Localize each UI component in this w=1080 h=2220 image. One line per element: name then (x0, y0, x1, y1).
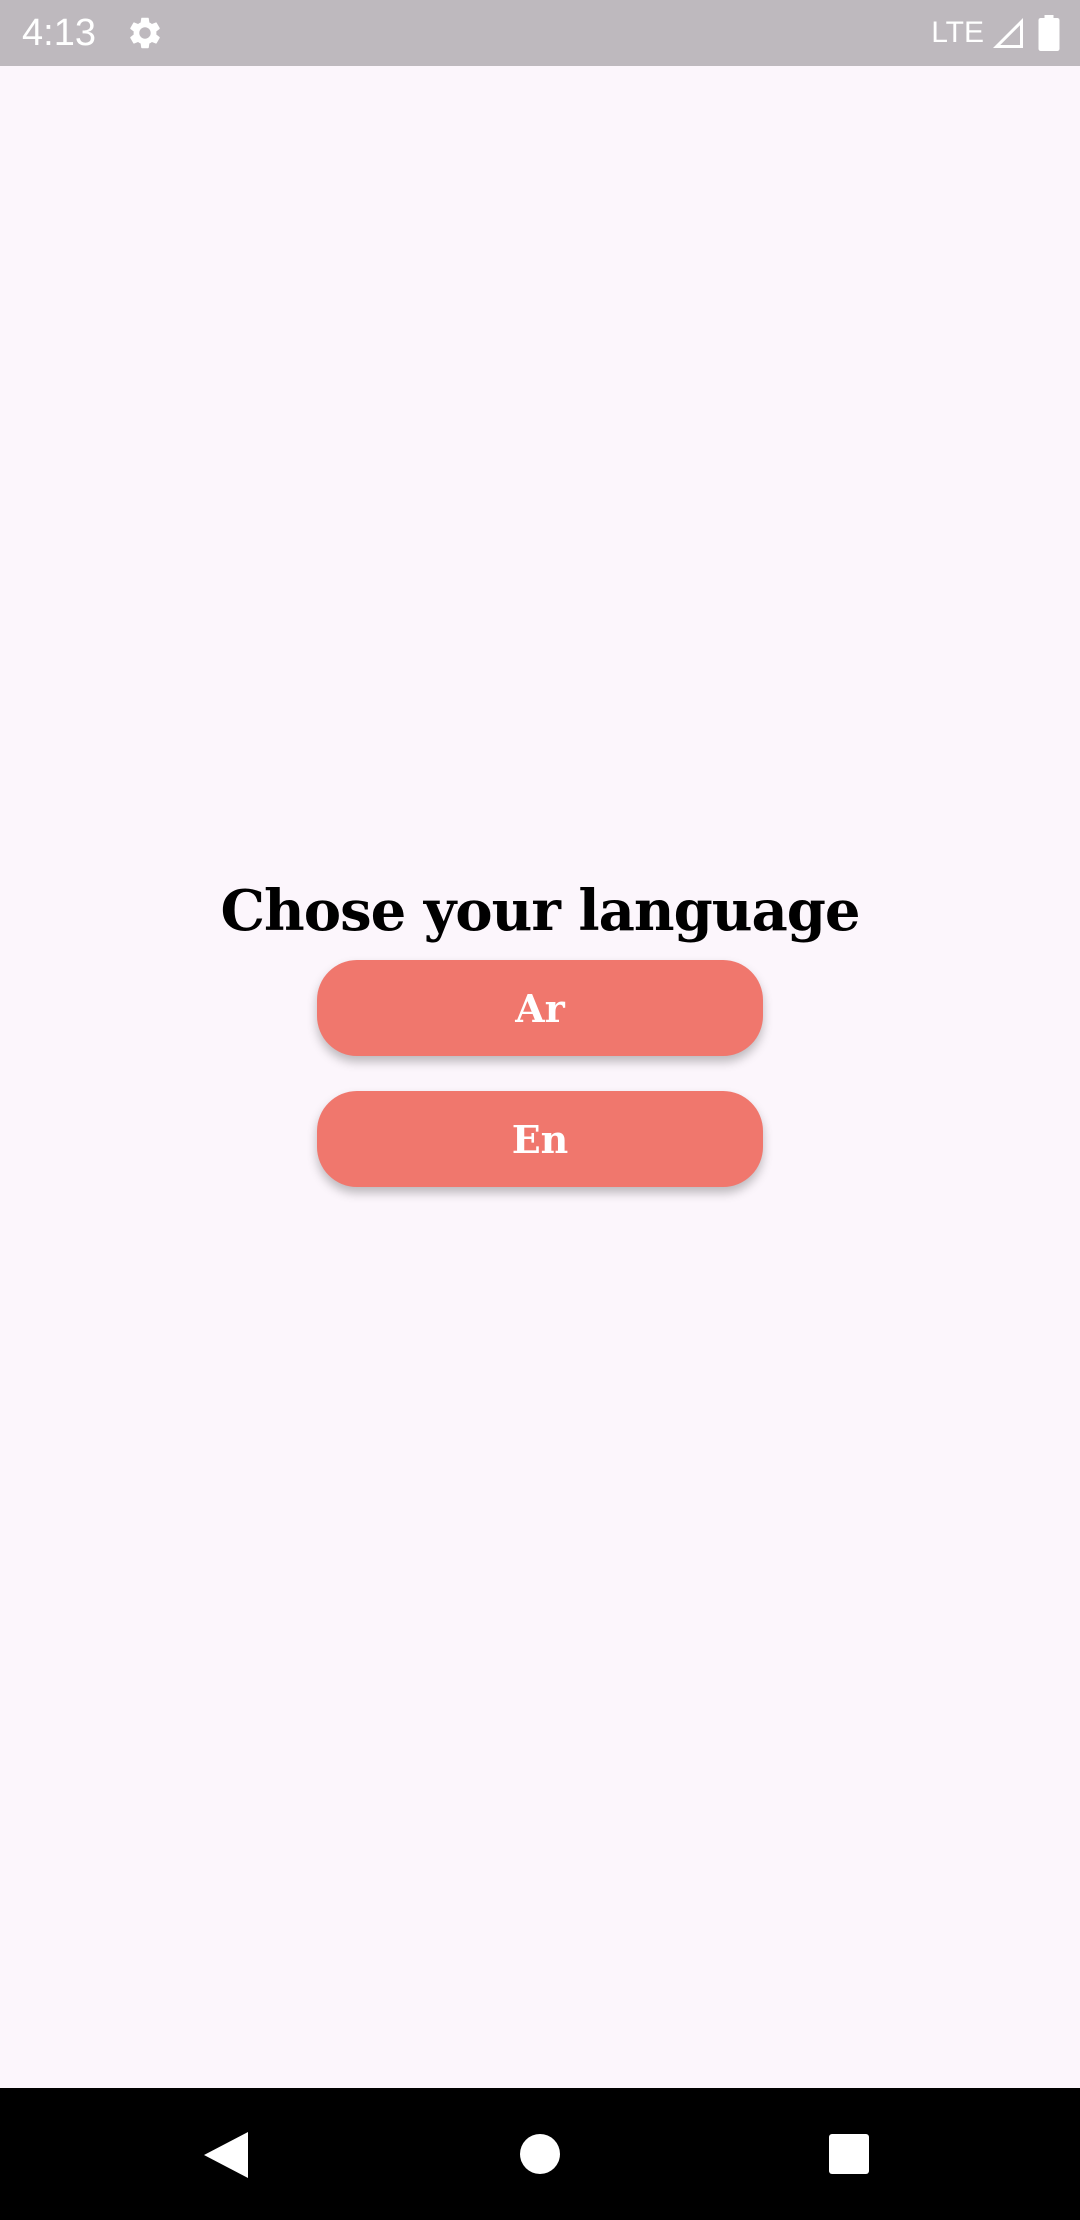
signal-icon (993, 18, 1023, 48)
arabic-button[interactable]: Ar (317, 960, 763, 1056)
battery-icon (1038, 15, 1060, 51)
english-button[interactable]: En (317, 1091, 763, 1187)
recents-icon[interactable] (829, 2134, 869, 2174)
page-title: Chose your language (220, 878, 860, 944)
language-screen: Chose your language Ar En (0, 66, 1080, 2088)
gear-icon (130, 17, 160, 49)
status-bar: 4:13 LTE (0, 0, 1080, 66)
navigation-bar (0, 2088, 1080, 2220)
home-icon[interactable] (519, 2133, 561, 2175)
back-icon[interactable] (204, 2132, 248, 2178)
status-indicators: LTE (931, 0, 1060, 66)
network-type-label: LTE (931, 16, 984, 49)
status-time: 4:13 (22, 12, 96, 54)
